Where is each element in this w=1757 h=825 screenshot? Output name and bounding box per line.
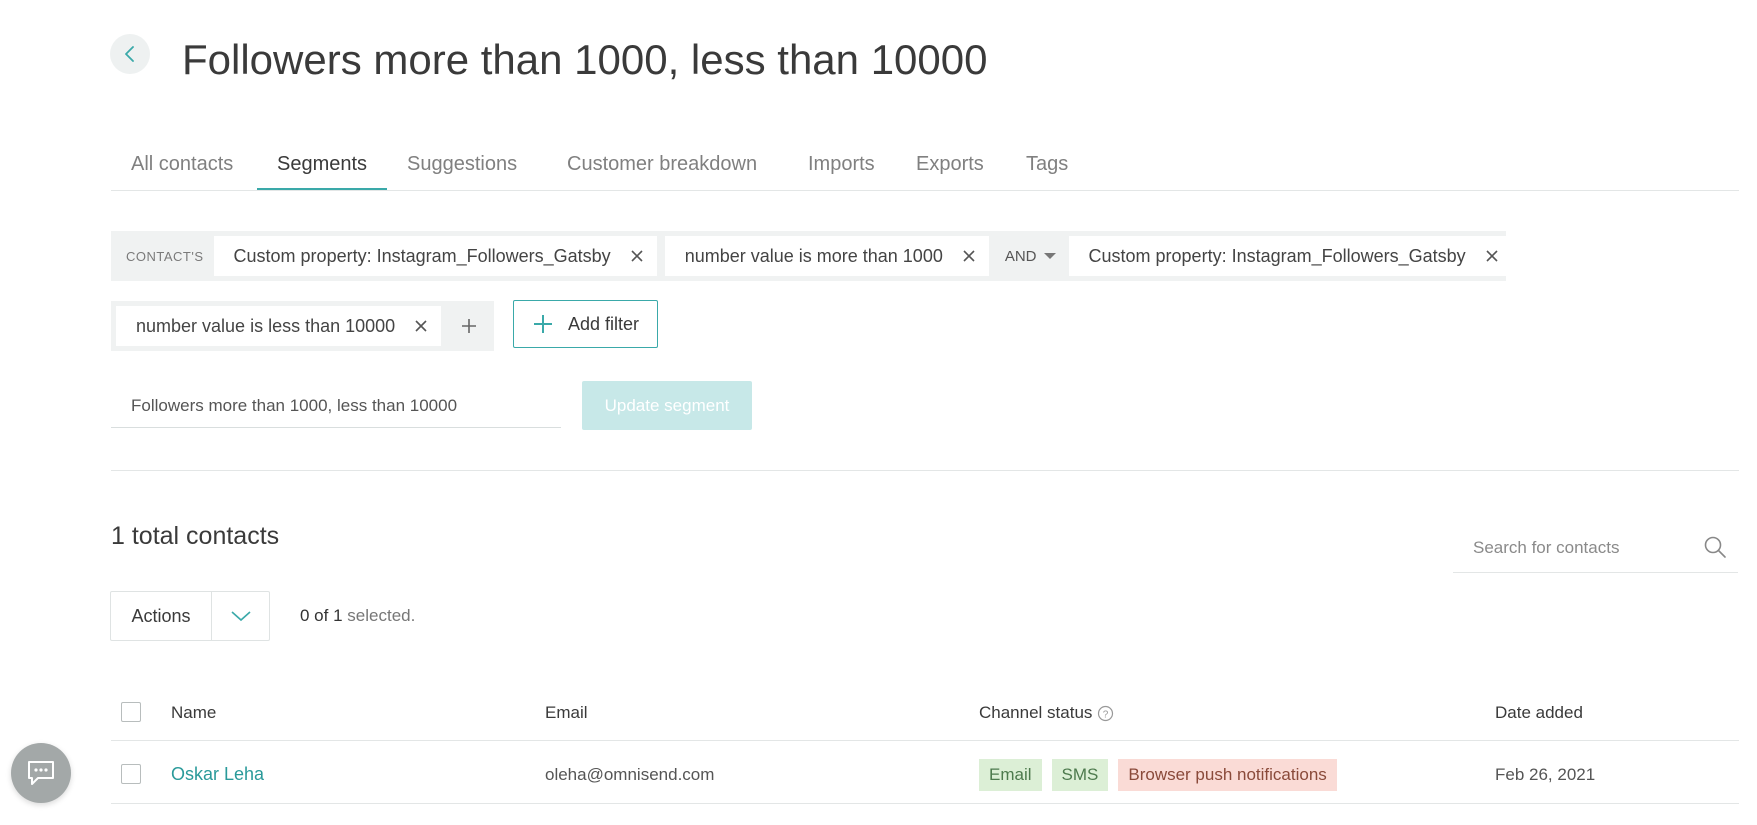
logic-operator-label: AND xyxy=(1004,247,1037,265)
column-header-date-added[interactable]: Date added xyxy=(1495,703,1583,723)
tab-suggestions[interactable]: Suggestions xyxy=(387,140,537,189)
update-segment-button[interactable]: Update segment xyxy=(582,381,752,430)
table-header-divider xyxy=(111,740,1739,741)
filter-group-row-1: CONTACT'S Custom property: Instagram_Fol… xyxy=(111,231,1512,281)
close-icon[interactable] xyxy=(629,248,645,264)
logic-operator-dropdown[interactable]: AND xyxy=(997,248,1069,265)
filter-chip-condition-1[interactable]: number value is more than 1000 xyxy=(664,236,989,276)
filter-chip-label: Custom property: Instagram_Followers_Gat… xyxy=(233,245,611,266)
add-filter-label: Add filter xyxy=(567,313,640,334)
filter-group-row-2: number value is less than 10000 xyxy=(111,301,494,351)
close-icon[interactable] xyxy=(1484,248,1500,264)
filter-chip-label: Custom property: Instagram_Followers_Gat… xyxy=(1088,245,1466,266)
status-badge-push: Browser push notifications xyxy=(1118,759,1337,791)
chat-icon xyxy=(28,761,54,785)
tab-tags[interactable]: Tags xyxy=(1006,140,1088,189)
total-contacts-count: 1 total contacts xyxy=(111,522,280,550)
status-badge-email: Email xyxy=(979,759,1042,791)
column-header-channel-status-label: Channel status xyxy=(979,703,1093,722)
help-circle-icon[interactable]: ? xyxy=(1097,705,1114,722)
contact-email: oleha@omnisend.com xyxy=(545,765,715,784)
tab-imports[interactable]: Imports xyxy=(788,140,895,189)
selected-suffix: selected. xyxy=(347,606,416,625)
actions-dropdown[interactable]: Actions xyxy=(110,591,270,641)
plus-icon xyxy=(533,315,552,333)
select-all-checkbox[interactable] xyxy=(121,702,141,722)
search-icon[interactable] xyxy=(1702,534,1728,560)
selection-status: 0 of 1 selected. xyxy=(300,606,415,626)
plus-icon xyxy=(462,319,477,333)
chevron-down-icon xyxy=(1043,253,1056,259)
tab-customer-breakdown[interactable]: Customer breakdown xyxy=(547,140,777,189)
back-arrow-icon xyxy=(125,46,134,62)
column-header-name[interactable]: Name xyxy=(171,703,216,723)
filter-chip-label: number value is more than 1000 xyxy=(684,245,943,266)
filter-chip-property-2[interactable]: Custom property: Instagram_Followers_Gat… xyxy=(1068,236,1512,276)
svg-text:?: ? xyxy=(1103,709,1109,720)
contact-search xyxy=(1453,526,1738,573)
tab-segments[interactable]: Segments xyxy=(257,140,388,190)
add-condition-button[interactable] xyxy=(449,306,489,346)
tab-exports[interactable]: Exports xyxy=(896,140,1004,189)
section-divider xyxy=(111,470,1739,471)
filter-chip-condition-2[interactable]: number value is less than 10000 xyxy=(116,306,442,346)
chevron-down-icon xyxy=(230,611,251,622)
filter-chip-property-1[interactable]: Custom property: Instagram_Followers_Gat… xyxy=(213,236,657,276)
chat-widget-button[interactable] xyxy=(11,743,71,803)
contact-date-added: Feb 26, 2021 xyxy=(1495,765,1596,784)
contact-name-link[interactable]: Oskar Leha xyxy=(171,764,264,785)
row-checkbox[interactable] xyxy=(121,764,141,784)
back-button[interactable] xyxy=(110,34,150,74)
tab-all-contacts[interactable]: All contacts xyxy=(111,140,253,189)
filter-scope-label: CONTACT'S xyxy=(126,248,204,264)
status-badge-sms: SMS xyxy=(1051,759,1109,791)
search-input[interactable] xyxy=(1453,526,1733,570)
tab-bar: All contacts Segments Suggestions Custom… xyxy=(111,140,1739,191)
close-icon[interactable] xyxy=(413,318,429,334)
column-header-email[interactable]: Email xyxy=(545,703,588,723)
close-icon[interactable] xyxy=(961,248,977,264)
channel-status-badges: Email SMS Browser push notifications xyxy=(979,759,1337,791)
column-header-channel-status: Channel status ? xyxy=(979,703,1114,723)
segment-name-input[interactable] xyxy=(111,384,561,428)
filter-chip-label: number value is less than 10000 xyxy=(136,315,396,336)
actions-caret[interactable] xyxy=(212,592,269,640)
actions-button[interactable]: Actions xyxy=(111,592,212,640)
add-filter-button[interactable]: Add filter xyxy=(513,300,658,348)
page-title: Followers more than 1000, less than 1000… xyxy=(182,36,988,83)
table-row-divider xyxy=(111,803,1739,804)
selected-count: 0 of 1 xyxy=(300,606,343,625)
